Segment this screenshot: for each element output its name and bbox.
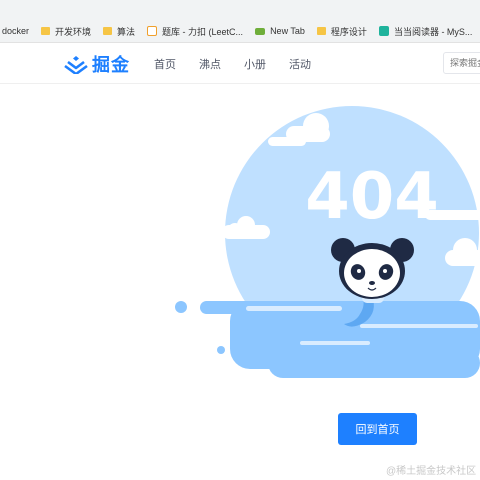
nav-item-events[interactable]: 活动 <box>289 56 311 72</box>
juejin-logo[interactable]: 掘金 <box>64 51 130 77</box>
folder-icon <box>103 27 113 35</box>
water <box>175 301 480 378</box>
bookmark-label: 当当阅读器 - MyS... <box>393 26 473 37</box>
back-home-button[interactable]: 回到首页 <box>338 413 417 445</box>
watermark: @稀土掘金技术社区 <box>386 466 477 477</box>
folder-icon <box>41 27 51 35</box>
browser-tab-strip <box>0 0 480 20</box>
bookmark-label: docker <box>2 26 30 36</box>
bookmark-docker[interactable]: docker <box>2 26 29 36</box>
bookmark-leetcode[interactable]: 题库 - 力扣 (LeetC... <box>147 25 243 38</box>
error-code-text: 404 <box>305 160 439 234</box>
newtab-icon <box>255 27 266 35</box>
bookmark-algorithm[interactable]: 算法 <box>103 25 135 38</box>
nav-item-books[interactable]: 小册 <box>244 56 266 72</box>
search-input[interactable] <box>444 54 480 72</box>
bookmark-label: 算法 <box>117 26 136 37</box>
bookmark-label: 题库 - 力扣 (LeetC... <box>162 26 244 37</box>
site-header: 掘金 首页 沸点 小册 活动 <box>0 43 480 84</box>
bookmark-label: New Tab <box>270 26 305 36</box>
search-box[interactable] <box>443 52 480 74</box>
bookmark-new-tab[interactable]: New Tab <box>255 26 305 36</box>
nav-item-home[interactable]: 首页 <box>154 56 176 72</box>
bookmarks-bar: docker 开发环境 算法 题库 - 力扣 (LeetC... New Tab… <box>0 20 480 43</box>
bookmark-program-design[interactable]: 程序设计 <box>316 25 367 38</box>
bookmark-dangdang[interactable]: 当当阅读器 - MyS... <box>378 25 473 38</box>
leetcode-icon <box>147 26 158 36</box>
nav-item-pins[interactable]: 沸点 <box>199 56 221 72</box>
dangdang-icon <box>378 26 389 36</box>
bookmark-label: 开发环境 <box>55 26 92 37</box>
bookmark-dev-env[interactable]: 开发环境 <box>41 25 91 38</box>
folder-icon <box>316 27 326 35</box>
main-nav: 首页 沸点 小册 活动 <box>154 56 334 72</box>
juejin-logo-icon <box>64 56 88 74</box>
bookmark-label: 程序设计 <box>330 26 367 37</box>
logo-text: 掘金 <box>92 55 130 75</box>
